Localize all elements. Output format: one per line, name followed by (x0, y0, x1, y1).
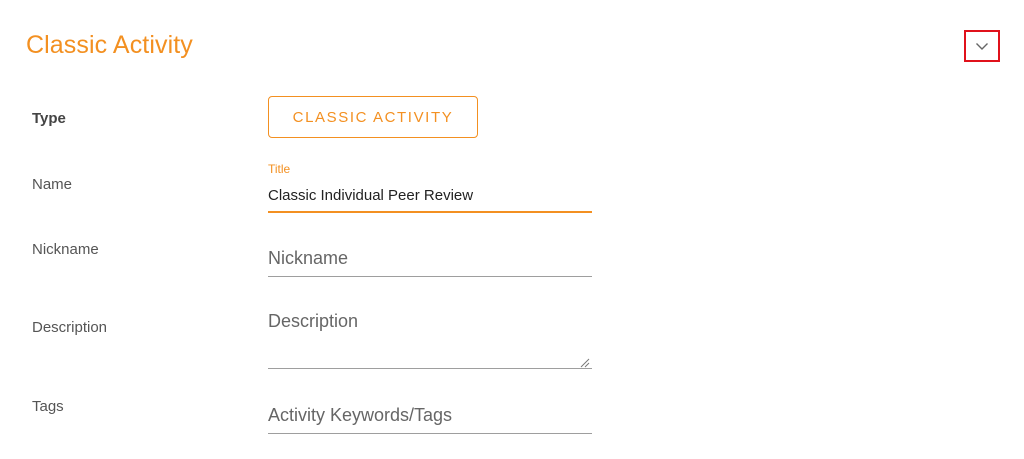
nickname-input[interactable] (268, 246, 592, 270)
tags-input[interactable] (268, 403, 592, 427)
activity-type-button[interactable]: CLASSIC ACTIVITY (268, 96, 478, 138)
activity-settings-panel: Classic Activity Type CLASSIC ACTIVITY N… (0, 0, 1024, 459)
nickname-label: Nickname (32, 241, 99, 258)
description-textarea-underline (268, 368, 592, 369)
title-input[interactable] (268, 183, 592, 207)
chevron-down-icon (975, 42, 989, 51)
description-textarea[interactable] (268, 311, 592, 361)
description-label: Description (32, 319, 108, 336)
type-label: Type (32, 110, 66, 127)
tags-input-underline (268, 433, 592, 434)
tags-label: Tags (32, 398, 64, 415)
nickname-input-underline (268, 276, 592, 277)
name-label: Name (32, 176, 73, 193)
resize-handle-icon[interactable] (579, 355, 590, 368)
collapse-toggle-button[interactable] (964, 30, 1000, 62)
title-floating-label: Title (268, 162, 291, 176)
section-title: Classic Activity (26, 31, 193, 59)
title-input-underline (268, 211, 592, 213)
